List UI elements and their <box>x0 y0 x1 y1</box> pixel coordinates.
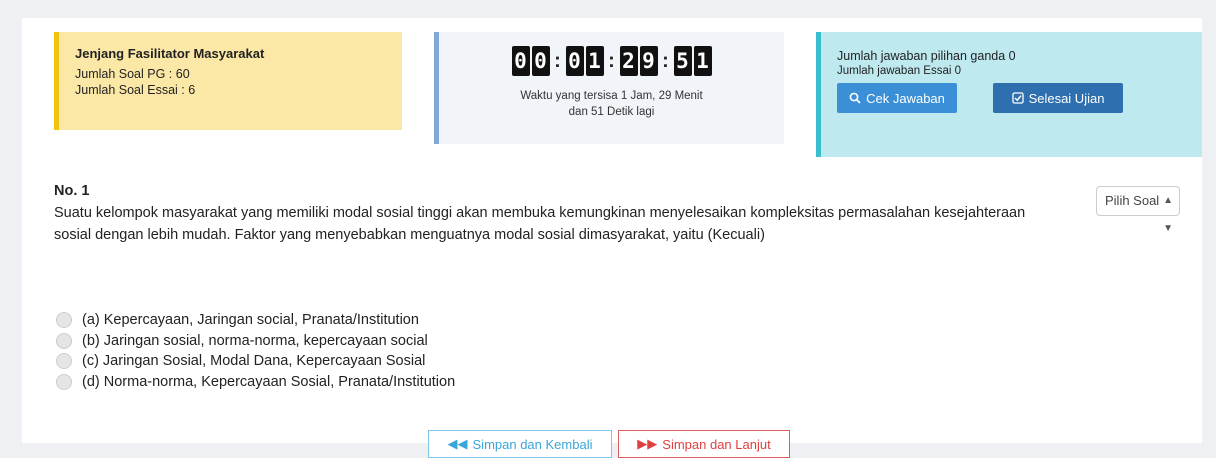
timer-digit: 9 <box>639 46 658 76</box>
option-label: (c) Jaringan Sosial, Modal Dana, Keperca… <box>82 353 426 369</box>
timer-colon: : <box>662 50 669 72</box>
question-number: No. 1 <box>54 183 90 199</box>
choice-answer-count: Jumlah jawaban pilihan ganda 0 <box>837 49 1016 63</box>
timer-digit: 0 <box>511 46 530 76</box>
option-label: (a) Kepercayaan, Jaringan social, Pranat… <box>82 312 419 328</box>
finish-exam-button[interactable]: Selesai Ujian <box>993 83 1123 113</box>
timer-colon: : <box>608 50 615 72</box>
double-chevron-right-icon: ▶▶ <box>637 436 658 451</box>
check-square-icon <box>1011 92 1024 104</box>
search-icon <box>849 92 861 104</box>
radio-button[interactable] <box>56 373 72 390</box>
timer-digit: 0 <box>531 46 550 76</box>
essay-answer-count: Jumlah jawaban Essai 0 <box>837 65 962 77</box>
radio-button[interactable] <box>56 312 72 329</box>
option-label: (d) Norma-norma, Kepercayaan Sosial, Pra… <box>82 373 456 390</box>
save-and-back-label: Simpan dan Kembali <box>472 436 593 452</box>
countdown-clock: 0 0 : 0 1 : 2 9 : 5 1 <box>439 46 784 76</box>
exam-card: Jenjang Fasilitator Masyarakat Jumlah So… <box>22 18 1202 458</box>
answer-options: (a) Kepercayaan, Jaringan social, Pranat… <box>56 310 455 392</box>
option-d[interactable]: (d) Norma-norma, Kepercayaan Sosial, Pra… <box>56 372 455 393</box>
essay-count: Jumlah Soal Essai : 6 <box>75 83 196 97</box>
double-chevron-left-icon: ◀◀ <box>447 436 468 451</box>
check-answers-button[interactable]: Cek Jawaban <box>837 83 957 113</box>
timer-digit: 5 <box>673 46 692 76</box>
save-and-next-label: Simpan dan Lanjut <box>662 436 771 452</box>
option-a[interactable]: (a) Kepercayaan, Jaringan social, Pranat… <box>56 310 455 331</box>
option-label: (b) Jaringan sosial, norma-norma, keperc… <box>82 332 428 349</box>
finish-exam-label: Selesai Ujian <box>1028 90 1105 106</box>
radio-button[interactable] <box>56 332 72 349</box>
option-c[interactable]: (c) Jaringan Sosial, Modal Dana, Keperca… <box>56 351 455 372</box>
check-answers-label: Cek Jawaban <box>866 90 945 106</box>
save-and-back-button[interactable]: ◀◀ Simpan dan Kembali <box>428 430 612 458</box>
radio-button[interactable] <box>56 353 72 370</box>
timer-colon: : <box>554 50 561 72</box>
time-remaining-text: Waktu yang tersisa 1 Jam, 29 Menit dan 5… <box>520 90 703 118</box>
timer-digit: 2 <box>619 46 638 76</box>
level-info-box: Jenjang Fasilitator Masyarakat Jumlah So… <box>54 32 402 130</box>
answer-summary-box: Jumlah jawaban pilihan ganda 0 Jumlah ja… <box>816 32 1202 157</box>
timer-digit: 0 <box>565 46 584 76</box>
question-select-label: Pilih Soal <box>1105 193 1160 208</box>
level-title: Jenjang Fasilitator Masyarakat <box>75 46 265 61</box>
updown-arrow-icon: ▲ ▼ <box>1163 195 1173 234</box>
option-b[interactable]: (b) Jaringan sosial, norma-norma, keperc… <box>56 331 455 352</box>
timer-box: 0 0 : 0 1 : 2 9 : 5 1 Waktu yang tersisa… <box>434 32 784 144</box>
pg-count: Jumlah Soal PG : 60 <box>75 67 190 81</box>
timer-digit: 1 <box>693 46 712 76</box>
question-block: No. 1 Suatu kelompok masyarakat yang mem… <box>54 180 1044 246</box>
timer-digit: 1 <box>585 46 604 76</box>
question-text: Suatu kelompok masyarakat yang memiliki … <box>54 205 1026 243</box>
question-select[interactable]: Pilih Soal ▲ ▼ <box>1096 186 1180 234</box>
save-and-next-button[interactable]: ▶▶ Simpan dan Lanjut <box>618 430 790 458</box>
